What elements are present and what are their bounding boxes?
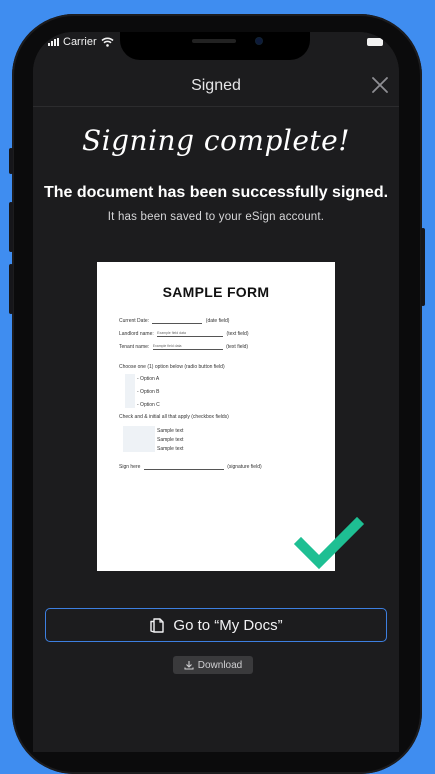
signal-icon xyxy=(48,38,59,46)
mute-switch xyxy=(9,148,13,174)
front-camera xyxy=(256,38,262,44)
landlord-row: Landlord name: Example field data (text … xyxy=(119,331,248,337)
document-title: SAMPLE FORM xyxy=(162,284,270,300)
date-field xyxy=(152,318,203,324)
option-c: - Option C xyxy=(137,402,160,408)
tenant-field: Example field data xyxy=(152,344,223,350)
landlord-field: Example field data xyxy=(157,331,224,337)
page-title: Signed xyxy=(191,77,241,94)
checkbox-prompt: Check and & initial all that apply (chec… xyxy=(119,414,229,420)
battery-icon xyxy=(367,38,383,46)
close-icon[interactable] xyxy=(371,76,389,94)
checkmark-icon xyxy=(293,516,365,570)
option-a: - Option A xyxy=(137,376,160,382)
success-headline: Signing complete! xyxy=(81,124,351,157)
documents-icon xyxy=(150,618,165,633)
power-button xyxy=(421,228,425,306)
current-date-label: Current Date: xyxy=(119,318,150,324)
sample-text-2: Sample text xyxy=(157,437,184,443)
sign-label: Sign here xyxy=(119,464,141,470)
sample-text-3: Sample text xyxy=(157,446,184,452)
download-button[interactable]: Download xyxy=(173,656,253,674)
volume-up-button xyxy=(9,202,13,252)
wifi-icon xyxy=(101,37,114,47)
option-b: - Option B xyxy=(137,389,160,395)
landlord-label: Landlord name: xyxy=(119,331,154,337)
navigation-bar: Signed xyxy=(33,66,399,107)
landlord-field-note: (text field) xyxy=(226,331,249,337)
carrier-label: Carrier xyxy=(63,36,97,48)
volume-down-button xyxy=(9,264,13,314)
tenant-field-note: (text field) xyxy=(226,344,249,350)
signature-field-note: (signature field) xyxy=(227,464,262,470)
checkbox-area xyxy=(123,426,155,452)
phone-screen: Carrier Signed Signing complete! The doc… xyxy=(33,32,399,752)
radio-prompt: Choose one (1) option below (radio butto… xyxy=(119,364,225,370)
tenant-label: Tenant name: xyxy=(119,344,150,350)
status-bar: Carrier xyxy=(33,32,399,66)
success-subheadline: The document has been successfully signe… xyxy=(43,184,389,201)
tenant-row: Tenant name: Example field data (text fi… xyxy=(119,344,248,350)
date-field-note: (date field) xyxy=(205,318,230,324)
current-date-row: Current Date: (date field) xyxy=(119,318,229,324)
go-to-my-docs-button[interactable]: Go to “My Docs” xyxy=(45,608,387,642)
document-preview[interactable]: SAMPLE FORM Current Date: (date field) L… xyxy=(97,262,365,571)
camera-notch xyxy=(120,32,310,60)
radio-button-area xyxy=(125,374,135,408)
sample-text-1: Sample text xyxy=(157,428,184,434)
carrier-indicator: Carrier xyxy=(48,36,114,48)
saved-note: It has been saved to your eSign account. xyxy=(107,211,325,223)
download-icon xyxy=(184,661,194,670)
go-to-my-docs-label: Go to “My Docs” xyxy=(173,616,283,634)
signature-row: Sign here (signature field) xyxy=(119,464,262,470)
speaker-grille xyxy=(192,39,236,43)
signature-field xyxy=(143,464,224,470)
download-label: Download xyxy=(197,659,243,671)
